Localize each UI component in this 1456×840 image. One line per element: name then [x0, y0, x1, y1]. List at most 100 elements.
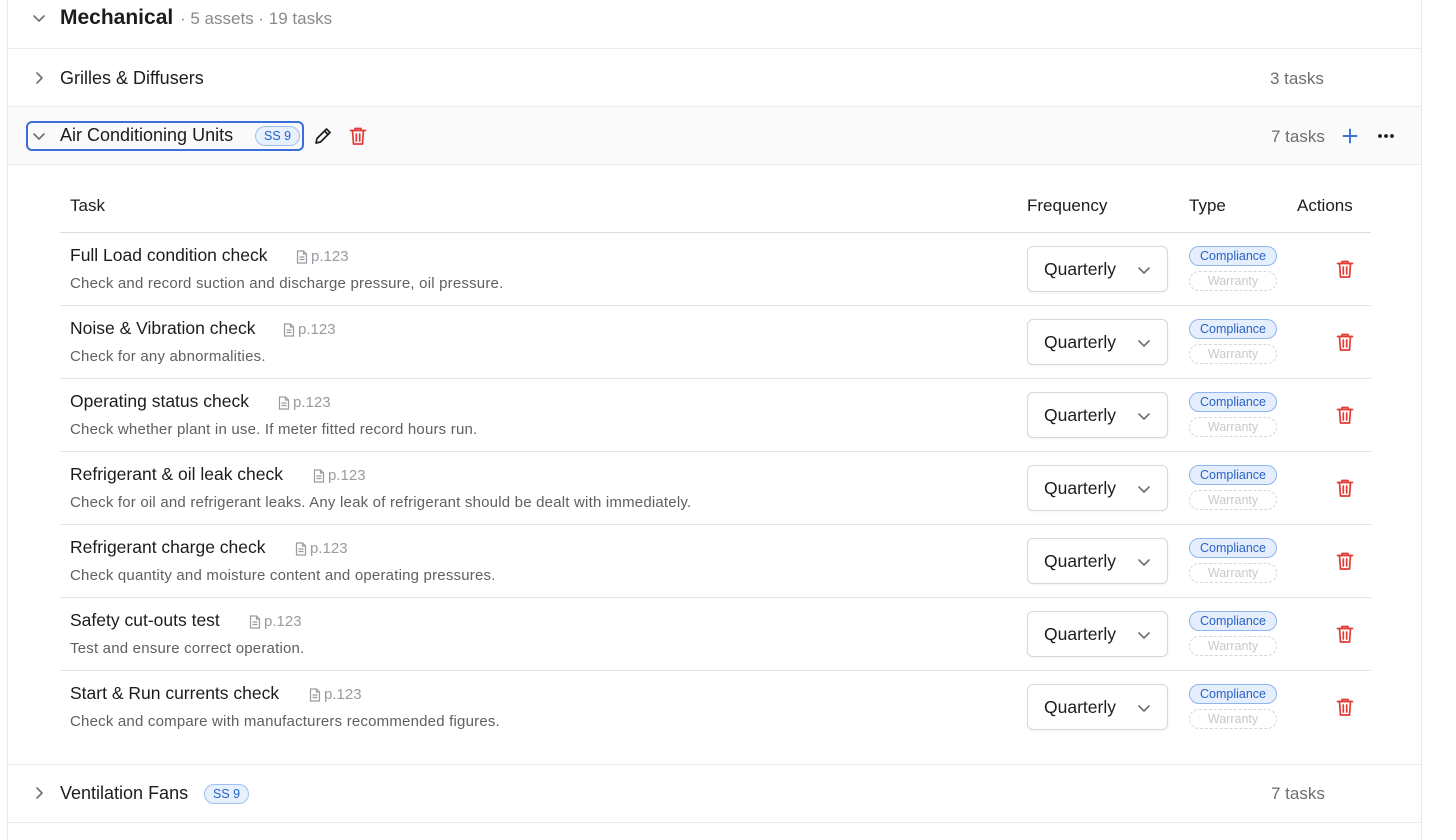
table-row: Operating status check p.123 Check wheth…: [60, 379, 1371, 452]
frequency-select[interactable]: Quarterly: [1027, 611, 1168, 657]
table-row: Start & Run currents check p.123 Check a…: [60, 671, 1371, 744]
type-tag-compliance[interactable]: Compliance: [1189, 538, 1277, 558]
delete-task-trash-icon[interactable]: [1334, 258, 1356, 280]
type-tag-warranty[interactable]: Warranty: [1189, 563, 1277, 583]
frequency-select[interactable]: Quarterly: [1027, 684, 1168, 730]
category-meta: · 5 assets · 19 tasks: [180, 9, 333, 28]
chevron-down-icon: [1138, 559, 1150, 566]
table-row: Noise & Vibration check p.123 Check for …: [60, 306, 1371, 379]
document-icon: [296, 249, 308, 264]
page-reference-label: p.123: [298, 321, 336, 338]
page-reference[interactable]: p.123: [278, 394, 331, 411]
type-tag-compliance[interactable]: Compliance: [1189, 319, 1277, 339]
delete-task-trash-icon[interactable]: [1334, 477, 1356, 499]
page-reference[interactable]: p.123: [296, 248, 349, 265]
asset-group-task-count: 3 tasks: [1270, 69, 1324, 88]
type-tag-warranty[interactable]: Warranty: [1189, 636, 1277, 656]
category-title: Mechanical: [60, 6, 174, 29]
more-options-icon[interactable]: [1376, 127, 1396, 145]
asset-group-title: Ventilation Fans: [60, 783, 189, 803]
page-reference[interactable]: p.123: [249, 613, 302, 630]
delete-task-trash-icon[interactable]: [1334, 550, 1356, 572]
ss-badge: SS 9: [255, 126, 301, 146]
frequency-value: Quarterly: [1044, 478, 1116, 498]
chevron-down-icon[interactable]: [31, 128, 47, 144]
chevron-down-icon: [1138, 267, 1150, 274]
chevron-down-icon[interactable]: [31, 10, 47, 26]
delete-trash-icon[interactable]: [347, 125, 369, 147]
asset-group-grilles-diffusers[interactable]: Grilles & Diffusers 3 tasks: [8, 49, 1421, 107]
task-name: Refrigerant charge check: [70, 537, 266, 557]
type-tag-warranty[interactable]: Warranty: [1189, 271, 1277, 291]
table-row: Safety cut-outs test p.123 Test and ensu…: [60, 598, 1371, 671]
asset-group-title: Grilles & Diffusers: [60, 68, 204, 88]
page-reference-label: p.123: [264, 613, 302, 630]
category-header-mechanical[interactable]: Mechanical · 5 assets · 19 tasks: [8, 0, 1421, 49]
page-reference[interactable]: p.123: [283, 321, 336, 338]
table-row: Refrigerant & oil leak check p.123 Check…: [60, 452, 1371, 525]
column-header-actions: Actions: [1297, 196, 1353, 215]
task-name: Noise & Vibration check: [70, 318, 256, 338]
page-reference-label: p.123: [324, 686, 362, 703]
type-tag-compliance[interactable]: Compliance: [1189, 246, 1277, 266]
asset-group-task-count: 7 tasks: [1271, 784, 1325, 803]
task-name: Operating status check: [70, 391, 249, 411]
column-header-task: Task: [70, 196, 105, 215]
task-name: Full Load condition check: [70, 245, 268, 265]
delete-task-trash-icon[interactable]: [1334, 696, 1356, 718]
type-tag-warranty[interactable]: Warranty: [1189, 417, 1277, 437]
frequency-select[interactable]: Quarterly: [1027, 538, 1168, 584]
task-name: Start & Run currents check: [70, 683, 280, 703]
frequency-select[interactable]: Quarterly: [1027, 319, 1168, 365]
chevron-down-icon: [1138, 340, 1150, 347]
ss-badge: SS 9: [204, 784, 250, 804]
table-row: Refrigerant charge check p.123 Check qua…: [60, 525, 1371, 598]
type-tag-compliance[interactable]: Compliance: [1189, 465, 1277, 485]
task-description: Check whether plant in use. If meter fit…: [70, 421, 478, 438]
task-description: Check for oil and refrigerant leaks. Any…: [70, 494, 692, 511]
frequency-select[interactable]: Quarterly: [1027, 246, 1168, 292]
delete-task-trash-icon[interactable]: [1334, 623, 1356, 645]
document-icon: [313, 468, 325, 483]
task-name: Refrigerant & oil leak check: [70, 464, 284, 484]
delete-task-trash-icon[interactable]: [1334, 404, 1356, 426]
asset-group-ventilation-fans[interactable]: Ventilation Fans SS 9 7 tasks: [8, 765, 1421, 823]
type-tag-compliance[interactable]: Compliance: [1189, 684, 1277, 704]
maintenance-panel: Mechanical · 5 assets · 19 tasks Grilles…: [7, 0, 1422, 840]
add-task-plus-icon[interactable]: [1341, 127, 1359, 145]
chevron-right-icon[interactable]: [31, 70, 47, 86]
task-description: Check quantity and moisture content and …: [70, 567, 496, 584]
page-reference-label: p.123: [311, 248, 349, 265]
delete-task-trash-icon[interactable]: [1334, 331, 1356, 353]
task-description: Check and record suction and discharge p…: [70, 275, 504, 292]
type-tag-compliance[interactable]: Compliance: [1189, 392, 1277, 412]
type-tag-warranty[interactable]: Warranty: [1189, 490, 1277, 510]
chevron-right-icon[interactable]: [31, 785, 47, 801]
page-reference-label: p.123: [293, 394, 331, 411]
document-icon: [249, 614, 261, 629]
type-tag-compliance[interactable]: Compliance: [1189, 611, 1277, 631]
page-reference[interactable]: p.123: [313, 467, 366, 484]
asset-group-task-count: 7 tasks: [1271, 127, 1325, 146]
document-icon: [295, 541, 307, 556]
chevron-down-icon: [1138, 486, 1150, 493]
column-header-frequency: Frequency: [1027, 196, 1108, 215]
edit-pencil-icon[interactable]: [312, 125, 334, 147]
document-icon: [283, 322, 295, 337]
page-reference[interactable]: p.123: [309, 686, 362, 703]
frequency-value: Quarterly: [1044, 332, 1116, 352]
task-description: Check for any abnormalities.: [70, 348, 266, 365]
type-tag-warranty[interactable]: Warranty: [1189, 709, 1277, 729]
task-name: Safety cut-outs test: [70, 610, 220, 630]
frequency-value: Quarterly: [1044, 697, 1116, 717]
page-reference[interactable]: p.123: [295, 540, 348, 557]
frequency-select[interactable]: Quarterly: [1027, 392, 1168, 438]
frequency-select[interactable]: Quarterly: [1027, 465, 1168, 511]
type-tag-warranty[interactable]: Warranty: [1189, 344, 1277, 364]
asset-group-title: Air Conditioning Units: [60, 125, 234, 145]
frequency-value: Quarterly: [1044, 405, 1116, 425]
document-icon: [309, 687, 321, 702]
document-icon: [278, 395, 290, 410]
chevron-down-icon: [1138, 413, 1150, 420]
task-description: Test and ensure correct operation.: [70, 640, 305, 657]
